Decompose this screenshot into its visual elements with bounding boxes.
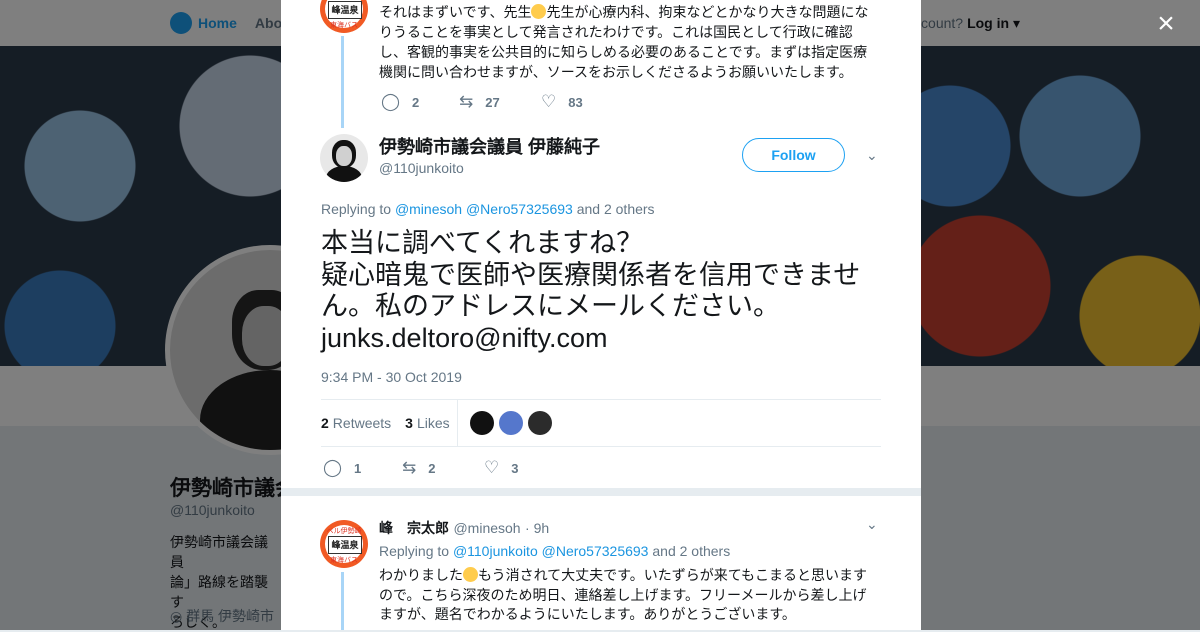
likes-stat-count: 3 <box>405 415 413 431</box>
like-button[interactable]: ♡ 3 <box>484 458 518 478</box>
likes-stat[interactable]: 3 Likes <box>405 415 449 431</box>
avatar-bottom-text: 東海バス <box>330 22 358 29</box>
replying-suffix[interactable]: and 2 others <box>652 543 730 559</box>
mention-link[interactable]: @Nero57325693 <box>542 543 649 559</box>
retweets-stat-count: 2 <box>321 415 329 431</box>
replying-to: Replying to @minesoh @Nero57325693 and 2… <box>321 201 655 217</box>
avatar-label-text: 峰温泉 <box>328 536 362 554</box>
tweet-email: junks.deltoro@nifty.com <box>321 322 608 353</box>
retweets-stat[interactable]: 2 Retweets <box>321 415 391 431</box>
prev-text-d: し、客観的事実を公共目的に知らしめる必要のあることです。まずは指定医療 <box>379 44 868 60</box>
author-avatar[interactable] <box>320 134 368 182</box>
prev-text-b: 先生が心療内科、拘束などとかなり大きな問題にな <box>546 4 869 20</box>
thread-line <box>341 36 344 128</box>
chevron-down-icon[interactable]: ⌄ <box>866 516 878 533</box>
avatar-top-text: ベル伊勢崎 <box>326 528 362 535</box>
retweet-icon: ⇆ <box>402 458 417 477</box>
retweets-stat-label: Retweets <box>332 415 392 431</box>
reply-author-handle[interactable]: @minesoh <box>453 520 520 536</box>
emoji-icon <box>531 4 547 19</box>
like-count: 3 <box>511 460 519 476</box>
follow-button[interactable]: Follow <box>742 138 845 172</box>
replying-suffix[interactable]: and 2 others <box>577 201 655 217</box>
heart-icon: ♡ <box>484 458 500 477</box>
reply-icon: ◯ <box>323 458 343 477</box>
replying-prefix: Replying to <box>321 201 392 217</box>
reply-header: 峰 宗太郎 @minesoh · 9h <box>379 518 549 538</box>
avatar-label-text: 峰温泉 <box>328 1 362 19</box>
author-handle[interactable]: @110junkoito <box>379 160 464 176</box>
retweet-count: 27 <box>485 94 500 110</box>
liker-avatar[interactable] <box>499 411 523 435</box>
prev-text-e: 機関に問い合わせますが、ソースをお示しくださるようお願いいたします。 <box>379 64 853 80</box>
mention-link[interactable]: @minesoh <box>395 201 462 217</box>
heart-icon: ♡ <box>541 92 557 111</box>
reply-author-name[interactable]: 峰 宗太郎 <box>379 520 449 536</box>
reply-tweet-text: わかりました もう消されて大丈夫です。いたずらが来てもこまると思います ので。こち… <box>379 566 889 625</box>
prev-text-a: それはまずいです、先生 <box>379 4 532 20</box>
like-count: 83 <box>568 94 583 110</box>
prev-tweet-text: それはまずいです、先生 先生が心療内科、拘束などとかなり大きな問題にな りうること… <box>379 2 879 82</box>
reply-button[interactable]: ◯ 1 <box>323 458 402 478</box>
reply-button[interactable]: ◯ 2 <box>381 92 459 112</box>
prev-tweet-avatar[interactable]: ベル伊勢崎 峰温泉 東海バス <box>320 0 368 33</box>
reply-text-b: もう消されて大丈夫です。いたずらが来てもこまると思います <box>478 567 868 583</box>
liker-avatar[interactable] <box>470 411 494 435</box>
retweet-icon: ⇆ <box>459 92 474 111</box>
retweet-button[interactable]: ⇆ 2 <box>402 458 484 478</box>
tweet-line: 本当に調べてくれますね？ <box>321 228 644 258</box>
divider <box>321 446 881 447</box>
reply-text-a: わかりました <box>379 567 463 583</box>
reply-count: 2 <box>412 94 420 110</box>
replying-prefix: Replying to <box>379 543 450 559</box>
reply-time[interactable]: · 9h <box>525 520 549 536</box>
chevron-down-icon[interactable]: ⌄ <box>866 147 878 164</box>
tweet-line: ん。私のアドレスにメールください。 <box>321 291 780 321</box>
reply-icon: ◯ <box>381 92 401 111</box>
author-name[interactable]: 伊勢崎市議会議員 伊藤純子 <box>379 133 600 159</box>
mention-link[interactable]: @Nero57325693 <box>466 201 573 217</box>
section-separator <box>281 488 921 496</box>
thread-line <box>341 572 344 630</box>
retweet-button[interactable]: ⇆ 27 <box>459 92 541 112</box>
stats-separator <box>457 400 458 446</box>
retweet-count: 2 <box>428 460 436 476</box>
reply-text-d: ますが、題名でわかるようにいたします。ありがとうございます。 <box>379 606 796 622</box>
mention-link[interactable]: @110junkoito <box>453 543 538 559</box>
reply-count: 1 <box>354 460 362 476</box>
likes-stat-label: Likes <box>416 415 450 431</box>
reply-text-c: ので。こちら深夜のため明日、連絡差し上げます。フリーメールから差し上げ <box>379 586 867 603</box>
liker-avatar[interactable] <box>528 411 552 435</box>
replying-to: Replying to @110junkoito @Nero57325693 a… <box>379 543 730 559</box>
close-icon[interactable]: × <box>1150 8 1182 40</box>
like-button[interactable]: ♡ 83 <box>541 92 583 112</box>
tweet-text: 本当に調べてくれますね？ 疑心暗鬼で医師や医療関係者を信用できませ ん。私のアド… <box>321 228 881 354</box>
avatar-bottom-text: 東海バス <box>330 557 358 564</box>
tweet-line: 疑心暗鬼で医師や医療関係者を信用できませ <box>321 259 861 290</box>
reply-author-avatar[interactable]: ベル伊勢崎 峰温泉 東海バス <box>320 520 368 568</box>
tweet-timestamp[interactable]: 9:34 PM - 30 Oct 2019 <box>321 369 462 385</box>
tweet-actions: ◯ 1 ⇆ 2 ♡ 3 <box>323 458 518 478</box>
emoji-icon <box>463 567 478 582</box>
tweet-stats: 2 Retweets 3 Likes <box>321 400 450 446</box>
prev-tweet-actions: ◯ 2 ⇆ 27 ♡ 83 <box>381 92 583 112</box>
prev-text-c: りうることを事実として発言されたわけです。これは国民として行政に確認 <box>379 24 853 40</box>
